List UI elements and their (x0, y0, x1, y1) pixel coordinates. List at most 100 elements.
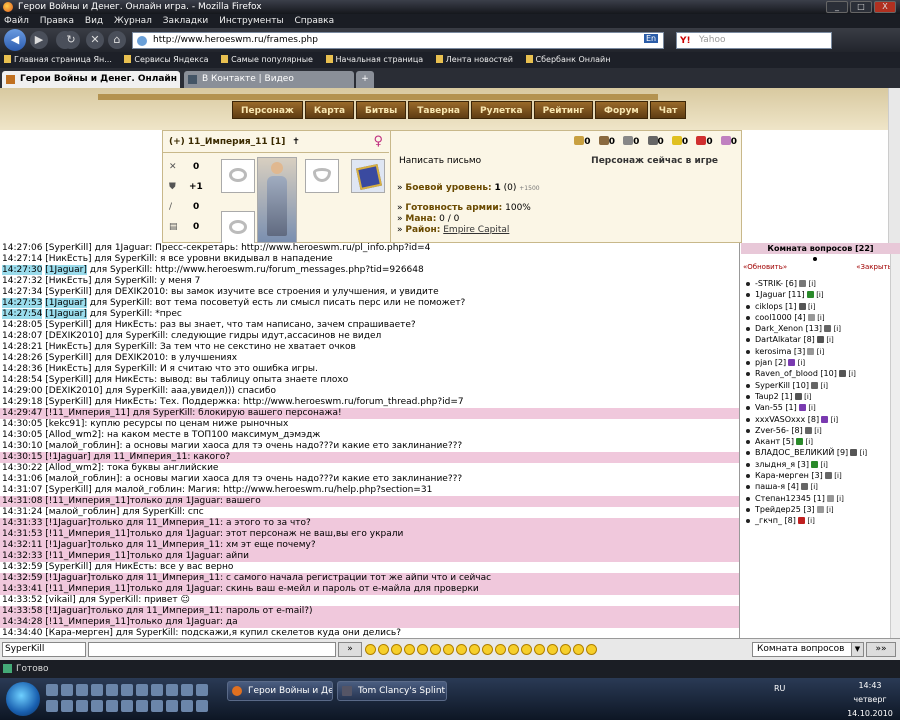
user-info-link[interactable]: [i] (804, 393, 811, 401)
app-shortcut-icon[interactable] (181, 700, 193, 712)
tab-heroes[interactable]: Герои Войны и Денег. Онлайн игра. (2, 71, 180, 88)
stop-icon[interactable]: ✕ (86, 31, 104, 49)
menu-tools[interactable]: Инструменты (219, 16, 283, 26)
chat-author[interactable]: [SyperKill] (45, 375, 91, 385)
room-refresh-link[interactable]: «Обновить» (743, 263, 787, 271)
user-list-item[interactable]: SyperKill [10] [i] (741, 380, 900, 391)
user-info-link[interactable]: [i] (848, 370, 855, 378)
app-shortcut-icon[interactable] (76, 684, 88, 696)
user-info-link[interactable]: [i] (860, 449, 867, 457)
write-letter-link[interactable]: Написать письмо (399, 156, 481, 166)
taskbar-splinter-cell[interactable]: Tom Clancy's Splint... (337, 681, 447, 701)
game-nav-roulette[interactable]: Рулетка (471, 101, 532, 119)
chat-author[interactable]: [!1Jaguar] (45, 518, 90, 528)
user-info-link[interactable]: [i] (817, 348, 824, 356)
user-name[interactable]: Кара-мерген [3] (755, 471, 823, 480)
chat-author[interactable]: [малой_гоблин] (45, 474, 119, 484)
user-list-item[interactable]: 1Jaguar [11] [i] (741, 289, 900, 300)
app-shortcut-icon[interactable] (61, 700, 73, 712)
menu-file[interactable]: Файл (4, 16, 29, 26)
forward-arrow-icon[interactable]: ▶ (30, 31, 48, 49)
chat-author[interactable]: [SyperKill] (45, 287, 91, 297)
app-shortcut-icon[interactable] (106, 684, 118, 696)
chat-author[interactable]: [малой_гоблин] (45, 441, 119, 451)
chat-author[interactable]: [vikail] (45, 595, 75, 605)
minimize-button[interactable]: _ (826, 1, 848, 13)
smiley-icon[interactable] (508, 644, 519, 655)
app-shortcut-icon[interactable] (136, 684, 148, 696)
user-name[interactable]: Raven_of_blood [10] (755, 369, 837, 378)
user-list-item[interactable]: cool1000 [4] [i] (741, 312, 900, 323)
app-shortcut-icon[interactable] (166, 684, 178, 696)
menu-view[interactable]: Вид (85, 16, 103, 26)
nick-field[interactable]: SyperKill (2, 642, 86, 657)
chat-author[interactable]: [НикЕсть] (45, 276, 91, 286)
search-input[interactable]: Y! Yahoo (676, 32, 832, 49)
user-list-item[interactable]: Трейдер25 [3] [i] (741, 504, 900, 515)
maximize-button[interactable]: □ (850, 1, 872, 13)
smiley-icon[interactable] (391, 644, 402, 655)
chat-author[interactable]: [Allod_wm2] (45, 430, 101, 440)
hero-name[interactable]: (+) 11_Империя_11 [1] (169, 137, 285, 147)
message-input[interactable] (88, 642, 336, 657)
user-list-item[interactable]: Кара-мерген [3] [i] (741, 470, 900, 481)
chat-author[interactable]: [SyperKill] (45, 485, 91, 495)
user-info-link[interactable]: [i] (816, 291, 823, 299)
app-shortcut-icon[interactable] (151, 684, 163, 696)
user-name[interactable]: kerosima [3] (755, 347, 805, 356)
user-info-link[interactable]: [i] (798, 359, 805, 367)
chat-author[interactable]: [DEXIK2010] (45, 331, 102, 341)
user-name[interactable]: Степан12345 [1] (755, 494, 825, 503)
chat-author[interactable]: [1Jaguar] (45, 265, 87, 275)
user-list-item[interactable]: ciklops [1] [i] (741, 301, 900, 312)
chat-author[interactable]: [Кара-мерген] (45, 628, 113, 638)
taskbar-firefox[interactable]: Герои Войны и Ден... (227, 681, 333, 701)
menu-bookmarks[interactable]: Закладки (163, 16, 209, 26)
game-nav-rating[interactable]: Рейтинг (533, 101, 594, 119)
menu-help[interactable]: Справка (294, 16, 334, 26)
chat-author[interactable]: [!11_Империя_11] (45, 617, 129, 627)
smiley-icon[interactable] (469, 644, 480, 655)
user-name[interactable]: pjan [2] (755, 358, 786, 367)
smiley-icon[interactable] (495, 644, 506, 655)
user-info-link[interactable]: [i] (817, 314, 824, 322)
smiley-icon[interactable] (365, 644, 376, 655)
chat-author[interactable]: [!11_Империя_11] (45, 496, 129, 506)
app-shortcut-icon[interactable] (151, 700, 163, 712)
game-frame-scrollbar[interactable] (888, 88, 900, 243)
back-arrow-icon[interactable]: ◀ (4, 29, 26, 51)
bookmark-item[interactable]: Сервисы Яндекса (124, 55, 208, 64)
district-link[interactable]: Empire Capital (443, 225, 509, 235)
user-list-item[interactable]: ВЛАДОС_ВЕЛИКИЙ [9] [i] (741, 447, 900, 458)
user-name[interactable]: Трейдер25 [3] (755, 505, 815, 514)
app-shortcut-icon[interactable] (166, 700, 178, 712)
language-indicator[interactable]: RU (774, 684, 785, 693)
home-icon[interactable]: ⌂ (108, 31, 126, 49)
close-button[interactable]: X (874, 1, 896, 13)
game-nav-chat[interactable]: Чат (649, 101, 687, 119)
app-shortcut-icon[interactable] (196, 684, 208, 696)
send-button[interactable]: » (338, 642, 362, 657)
bookmark-item[interactable]: Сбербанк Онлайн (526, 55, 611, 64)
menu-history[interactable]: Журнал (114, 16, 152, 26)
user-list-item[interactable]: Taup2 [1] [i] (741, 391, 900, 402)
user-info-link[interactable]: [i] (807, 517, 814, 525)
smiley-icon[interactable] (534, 644, 545, 655)
chat-author[interactable]: [!1Jaguar] (45, 573, 90, 583)
user-list-item[interactable]: kerosima [3] [i] (741, 346, 900, 357)
chat-author[interactable]: [SyperKill] (45, 397, 91, 407)
smiley-icon[interactable] (417, 644, 428, 655)
ring-slot[interactable] (221, 211, 255, 245)
smiley-icon[interactable] (456, 644, 467, 655)
app-shortcut-icon[interactable] (91, 684, 103, 696)
smiley-icon[interactable] (586, 644, 597, 655)
user-info-link[interactable]: [i] (821, 461, 828, 469)
user-info-link[interactable]: [i] (826, 336, 833, 344)
chat-author[interactable]: [1Jaguar] (45, 309, 87, 319)
user-name[interactable]: Taup2 [1] (755, 392, 793, 401)
chat-author[interactable]: [SyperKill] (45, 562, 91, 572)
user-list-item[interactable]: Raven_of_blood [10] [i] (741, 368, 900, 379)
chat-author[interactable]: [!11_Империя_11] (45, 408, 129, 418)
bookmark-item[interactable]: Начальная страница (326, 55, 424, 64)
user-info-link[interactable]: [i] (810, 483, 817, 491)
